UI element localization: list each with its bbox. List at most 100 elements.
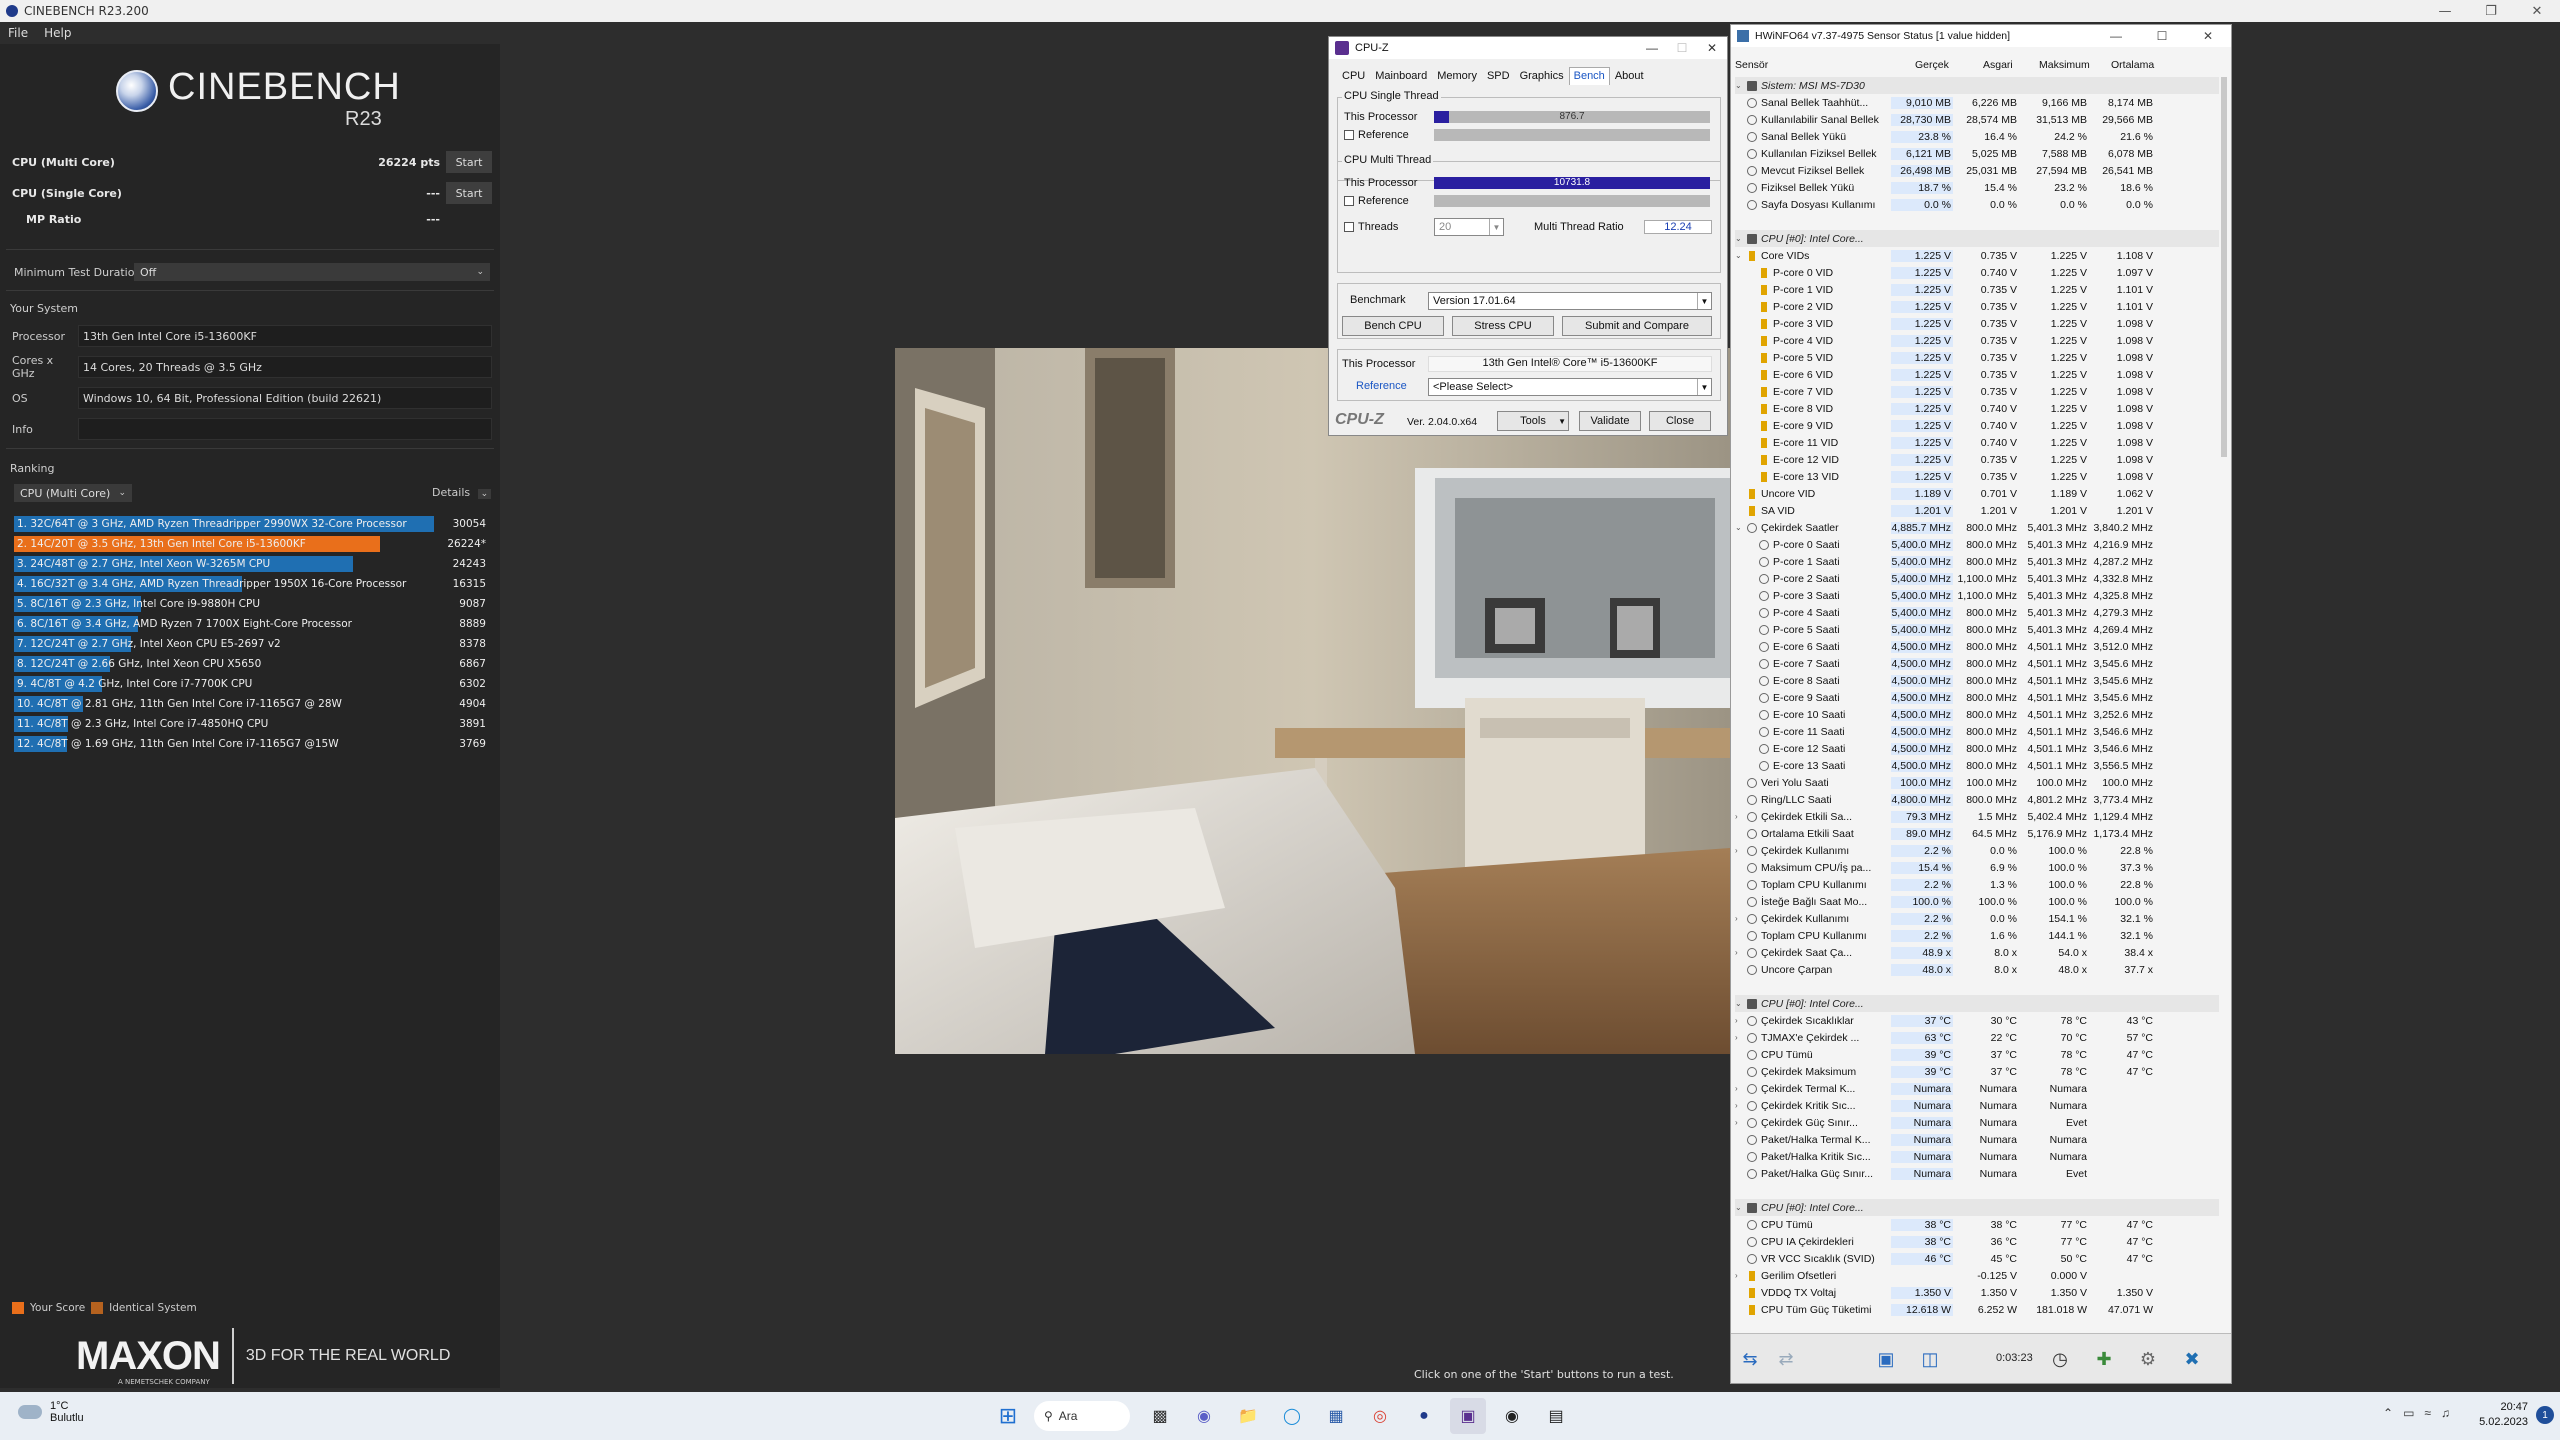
sensor-row[interactable]: › Çekirdek Termal K... Numara Numara Numara <box>1735 1080 2219 1097</box>
sensor-row[interactable]: › Çekirdek Kullanımı 2.2 % 0.0 % 100.0 % 22.8… <box>1735 842 2219 859</box>
sensor-row[interactable]: ⌄ Çekirdek Saatler 4,885.7 MHz 800.0 MHz 5,4… <box>1735 519 2219 536</box>
menu-file[interactable]: File <box>8 26 28 40</box>
tab-spd[interactable]: SPD <box>1482 67 1515 85</box>
sensor-row[interactable]: Paket/Halka Kritik Sıc... Numara Numara Num… <box>1735 1148 2219 1165</box>
ranking-filter-select[interactable]: CPU (Multi Core) ⌄ <box>14 484 132 502</box>
sensor-group-row[interactable]: ⌄ Sistem: MSI MS-7D30 <box>1735 77 2219 94</box>
network-icon[interactable]: ▣ <box>1871 1344 1901 1374</box>
maximize-button[interactable]: ☐ <box>2139 25 2185 47</box>
sensor-row[interactable]: E-core 12 VID 1.225 V 0.735 V 1.225 V 1.098 … <box>1735 451 2219 468</box>
sensor-group-row[interactable]: ⌄ CPU [#0]: Intel Core... <box>1735 995 2219 1012</box>
sensor-row[interactable]: Paket/Halka Termal K... Numara Numara Numar… <box>1735 1131 2219 1148</box>
ranking-row[interactable]: 3. 24C/48T @ 2.7 GHz, Intel Xeon W-3265M… <box>14 554 490 574</box>
reference-checkbox[interactable] <box>1344 196 1354 206</box>
hwinfo-taskbar-icon[interactable]: ▤ <box>1538 1398 1574 1434</box>
ranking-row[interactable]: 2. 14C/20T @ 3.5 GHz, 13th Gen Intel Cor… <box>14 534 490 554</box>
sensor-row[interactable]: P-core 4 VID 1.225 V 0.735 V 1.225 V 1.098 V <box>1735 332 2219 349</box>
sensor-row[interactable]: Toplam CPU Kullanımı 2.2 % 1.3 % 100.0 % 22.… <box>1735 876 2219 893</box>
sensor-row[interactable]: E-core 12 Saati 4,500.0 MHz 800.0 MHz 4,501… <box>1735 740 2219 757</box>
sensor-row[interactable]: Sayfa Dosyası Kullanımı 0.0 % 0.0 % 0.0 % 0.… <box>1735 196 2219 213</box>
sensor-row[interactable]: › Çekirdek Güç Sınır... Numara Numara Evet <box>1735 1114 2219 1131</box>
threads-checkbox[interactable] <box>1344 222 1354 232</box>
submit-compare-button[interactable]: Submit and Compare <box>1562 316 1712 336</box>
start-single-core-button[interactable]: Start <box>446 182 492 204</box>
chrome-icon[interactable]: ◎ <box>1362 1398 1398 1434</box>
taskbar-clock[interactable]: 20:47 5.02.2023 <box>2479 1400 2528 1430</box>
sensor-row[interactable]: E-core 9 Saati 4,500.0 MHz 800.0 MHz 4,501.… <box>1735 689 2219 706</box>
sensor-group-row[interactable]: ⌄ CPU [#0]: Intel Core... <box>1735 1199 2219 1216</box>
bench-cpu-button[interactable]: Bench CPU <box>1342 316 1444 336</box>
close-button[interactable]: ✕ <box>2514 0 2560 22</box>
vertical-scrollbar[interactable] <box>2221 77 2227 457</box>
col-sensor[interactable]: Sensör <box>1735 59 1768 71</box>
maximize-button[interactable]: ☐ <box>1667 37 1697 59</box>
minimize-button[interactable]: — <box>2422 0 2468 22</box>
sensor-row[interactable]: Kullanılan Fiziksel Bellek 6,121 MB 5,025 … <box>1735 145 2219 162</box>
sensor-row[interactable]: CPU Tümü 39 °C 37 °C 78 °C 47 °C <box>1735 1046 2219 1063</box>
sensor-row[interactable]: Sanal Bellek Yükü 23.8 % 16.4 % 24.2 % 21.6 … <box>1735 128 2219 145</box>
sensor-row[interactable]: E-core 7 Saati 4,500.0 MHz 800.0 MHz 4,501.… <box>1735 655 2219 672</box>
stress-cpu-button[interactable]: Stress CPU <box>1452 316 1554 336</box>
sensor-row[interactable]: P-core 0 VID 1.225 V 0.740 V 1.225 V 1.097 V <box>1735 264 2219 281</box>
sensor-row[interactable]: Uncore Çarpan 48.0 x 8.0 x 48.0 x 37.7 x <box>1735 961 2219 978</box>
close-button[interactable]: ✕ <box>1697 37 1727 59</box>
sensor-row[interactable]: E-core 11 Saati 4,500.0 MHz 800.0 MHz 4,501… <box>1735 723 2219 740</box>
col-current[interactable]: Gerçek <box>1915 59 1949 71</box>
sensor-row[interactable]: E-core 13 Saati 4,500.0 MHz 800.0 MHz 4,501… <box>1735 757 2219 774</box>
monitor-icon[interactable]: ◫ <box>1915 1344 1945 1374</box>
chevron-down-icon[interactable]: ⌄ <box>1735 251 1747 260</box>
sensor-row[interactable]: VR VCC Sıcaklık (SVID) 46 °C 45 °C 50 °C 47 … <box>1735 1250 2219 1267</box>
col-max[interactable]: Maksimum <box>2039 59 2090 71</box>
reference-checkbox[interactable] <box>1344 130 1354 140</box>
notification-badge-icon[interactable]: 1 <box>2536 1406 2554 1424</box>
chevron-right-icon[interactable]: › <box>1735 1101 1747 1110</box>
chevron-down-icon[interactable]: ⌄ <box>1735 81 1747 90</box>
ranking-row[interactable]: 11. 4C/8T @ 2.3 GHz, Intel Core i7-4850H… <box>14 714 490 734</box>
sensor-row[interactable]: E-core 11 VID 1.225 V 0.740 V 1.225 V 1.098 … <box>1735 434 2219 451</box>
info-input[interactable] <box>78 418 492 440</box>
add-report-icon[interactable]: ✚ <box>2089 1344 2119 1374</box>
ranking-row[interactable]: 12. 4C/8T @ 1.69 GHz, 11th Gen Intel Cor… <box>14 734 490 754</box>
sensor-row[interactable]: E-core 9 VID 1.225 V 0.740 V 1.225 V 1.098 V <box>1735 417 2219 434</box>
close-icon[interactable]: ✖ <box>2177 1344 2207 1374</box>
sensor-row[interactable]: E-core 13 VID 1.225 V 0.735 V 1.225 V 1.098 … <box>1735 468 2219 485</box>
chevron-right-icon[interactable]: › <box>1735 1084 1747 1093</box>
sensor-row[interactable]: E-core 10 Saati 4,500.0 MHz 800.0 MHz 4,501… <box>1735 706 2219 723</box>
chevron-right-icon[interactable]: › <box>1735 1033 1747 1042</box>
sensor-row[interactable]: › Çekirdek Sıcaklıklar 37 °C 30 °C 78 °C 43 °… <box>1735 1012 2219 1029</box>
sensor-row[interactable]: Veri Yolu Saati 100.0 MHz 100.0 MHz 100.0 M… <box>1735 774 2219 791</box>
minimize-button[interactable]: — <box>2093 25 2139 47</box>
sensor-row[interactable]: E-core 8 Saati 4,500.0 MHz 800.0 MHz 4,501.… <box>1735 672 2219 689</box>
menu-help[interactable]: Help <box>44 26 71 40</box>
chevron-right-icon[interactable]: › <box>1735 948 1747 957</box>
chevron-right-icon[interactable]: › <box>1735 812 1747 821</box>
chevron-right-icon[interactable]: › <box>1735 846 1747 855</box>
sensor-row[interactable]: Paket/Halka Güç Sınır... Numara Numara Evet <box>1735 1165 2219 1182</box>
volume-icon[interactable]: ♫ <box>2441 1406 2450 1420</box>
arrow-left-right-icon[interactable]: ⇆ <box>1735 1344 1765 1374</box>
sensor-row[interactable]: P-core 5 VID 1.225 V 0.735 V 1.225 V 1.098 V <box>1735 349 2219 366</box>
sensor-row[interactable]: P-core 4 Saati 5,400.0 MHz 800.0 MHz 5,401.… <box>1735 604 2219 621</box>
edge-icon[interactable]: ◯ <box>1274 1398 1310 1434</box>
sensor-row[interactable]: P-core 5 Saati 5,400.0 MHz 800.0 MHz 5,401.… <box>1735 621 2219 638</box>
sensor-row[interactable]: › Çekirdek Kullanımı 2.2 % 0.0 % 154.1 % 32.1… <box>1735 910 2219 927</box>
sensor-row[interactable]: › TJMAX'e Çekirdek ... 63 °C 22 °C 70 °C 57 °… <box>1735 1029 2219 1046</box>
store-icon[interactable]: ▦ <box>1318 1398 1354 1434</box>
sensor-row[interactable]: Toplam CPU Kullanımı 2.2 % 1.6 % 144.1 % 32.… <box>1735 927 2219 944</box>
chevron-right-icon[interactable]: › <box>1735 914 1747 923</box>
ranking-row[interactable]: 8. 12C/24T @ 2.66 GHz, Intel Xeon CPU X5… <box>14 654 490 674</box>
col-min[interactable]: Asgari <box>1983 59 2013 71</box>
ranking-row[interactable]: 4. 16C/32T @ 3.4 GHz, AMD Ryzen Threadri… <box>14 574 490 594</box>
sensor-row[interactable]: Maksimum CPU/İş pa... 15.4 % 6.9 % 100.0 % 3… <box>1735 859 2219 876</box>
chevron-up-icon[interactable]: ⌃ <box>2383 1406 2393 1420</box>
sensor-row[interactable]: CPU Tümü 38 °C 38 °C 77 °C 47 °C <box>1735 1216 2219 1233</box>
weather-widget[interactable]: 1°C Bulutlu <box>18 1400 84 1424</box>
sensor-group-row[interactable]: ⌄ CPU [#0]: Intel Core... <box>1735 230 2219 247</box>
reference-select[interactable]: <Please Select> ▼ <box>1428 378 1712 396</box>
sensor-row[interactable]: CPU IA Çekirdekleri 38 °C 36 °C 77 °C 47 °C <box>1735 1233 2219 1250</box>
chevron-down-icon[interactable]: ⌄ <box>1735 234 1747 243</box>
cpuz-taskbar-icon[interactable]: ▣ <box>1450 1398 1486 1434</box>
sensor-row[interactable]: SA VID 1.201 V 1.201 V 1.201 V 1.201 V <box>1735 502 2219 519</box>
task-view-icon[interactable]: ▩ <box>1142 1398 1178 1434</box>
ranking-row[interactable]: 7. 12C/24T @ 2.7 GHz, Intel Xeon CPU E5-… <box>14 634 490 654</box>
